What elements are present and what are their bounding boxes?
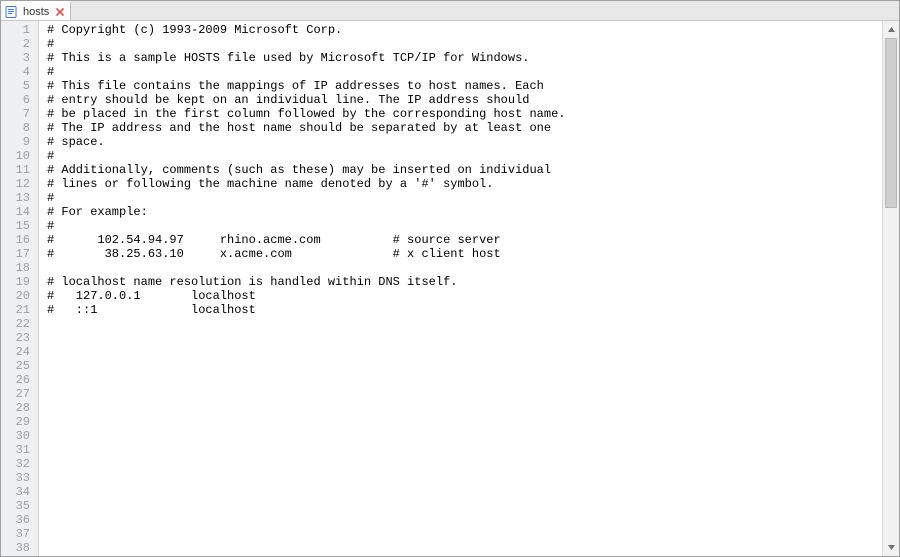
line-number: 17 — [1, 247, 38, 261]
line-number: 27 — [1, 387, 38, 401]
line-number: 31 — [1, 443, 38, 457]
code-line — [47, 345, 882, 359]
scroll-down-button[interactable] — [883, 539, 899, 556]
line-number: 12 — [1, 177, 38, 191]
line-number: 6 — [1, 93, 38, 107]
code-line — [47, 415, 882, 429]
line-number: 37 — [1, 527, 38, 541]
line-number: 13 — [1, 191, 38, 205]
line-number: 2 — [1, 37, 38, 51]
code-line: # space. — [47, 135, 882, 149]
code-line: # localhost name resolution is handled w… — [47, 275, 882, 289]
vertical-scrollbar[interactable] — [882, 21, 899, 556]
scroll-up-button[interactable] — [883, 21, 899, 38]
line-number: 14 — [1, 205, 38, 219]
tab-hosts[interactable]: hosts — [1, 1, 71, 20]
code-line — [47, 499, 882, 513]
line-number: 20 — [1, 289, 38, 303]
line-number: 11 — [1, 163, 38, 177]
line-number: 30 — [1, 429, 38, 443]
line-number: 8 — [1, 121, 38, 135]
tab-label: hosts — [21, 6, 51, 18]
line-number: 9 — [1, 135, 38, 149]
scrollbar-thumb[interactable] — [885, 38, 897, 208]
line-number: 28 — [1, 401, 38, 415]
code-line: # ::1 localhost — [47, 303, 882, 317]
code-line: # — [47, 65, 882, 79]
code-line — [47, 261, 882, 275]
code-line — [47, 527, 882, 541]
line-number: 18 — [1, 261, 38, 275]
file-icon — [4, 5, 18, 19]
line-number-gutter: 1234567891011121314151617181920212223242… — [1, 21, 39, 556]
code-line: # — [47, 37, 882, 51]
line-number: 33 — [1, 471, 38, 485]
code-line: # 102.54.94.97 rhino.acme.com # source s… — [47, 233, 882, 247]
code-line — [47, 331, 882, 345]
code-line — [47, 541, 882, 555]
line-number: 36 — [1, 513, 38, 527]
tab-bar: hosts — [1, 1, 899, 21]
line-number: 4 — [1, 65, 38, 79]
line-number: 24 — [1, 345, 38, 359]
code-line: # lines or following the machine name de… — [47, 177, 882, 191]
code-line: # — [47, 149, 882, 163]
line-number: 25 — [1, 359, 38, 373]
line-number: 1 — [1, 23, 38, 37]
code-line — [47, 513, 882, 527]
code-line: # — [47, 219, 882, 233]
code-line: # This is a sample HOSTS file used by Mi… — [47, 51, 882, 65]
code-line: # This file contains the mappings of IP … — [47, 79, 882, 93]
scrollbar-track[interactable] — [883, 38, 899, 539]
code-line — [47, 429, 882, 443]
line-number: 5 — [1, 79, 38, 93]
line-number: 29 — [1, 415, 38, 429]
code-line — [47, 457, 882, 471]
code-editor[interactable]: # Copyright (c) 1993-2009 Microsoft Corp… — [39, 21, 882, 556]
code-line: # The IP address and the host name shoul… — [47, 121, 882, 135]
code-line: # be placed in the first column followed… — [47, 107, 882, 121]
code-line: # For example: — [47, 205, 882, 219]
code-line — [47, 387, 882, 401]
code-line: # Copyright (c) 1993-2009 Microsoft Corp… — [47, 23, 882, 37]
line-number: 23 — [1, 331, 38, 345]
code-line: # entry should be kept on an individual … — [47, 93, 882, 107]
code-line: # 38.25.63.10 x.acme.com # x client host — [47, 247, 882, 261]
line-number: 38 — [1, 541, 38, 555]
code-line — [47, 359, 882, 373]
code-line — [47, 443, 882, 457]
line-number: 22 — [1, 317, 38, 331]
code-line — [47, 471, 882, 485]
editor-area: 1234567891011121314151617181920212223242… — [1, 21, 899, 556]
code-line — [47, 485, 882, 499]
line-number: 35 — [1, 499, 38, 513]
tab-close-button[interactable] — [54, 6, 66, 18]
line-number: 21 — [1, 303, 38, 317]
line-number: 26 — [1, 373, 38, 387]
code-line — [47, 373, 882, 387]
line-number: 19 — [1, 275, 38, 289]
code-line: # 127.0.0.1 localhost — [47, 289, 882, 303]
line-number: 34 — [1, 485, 38, 499]
line-number: 16 — [1, 233, 38, 247]
code-line — [47, 317, 882, 331]
code-line: # — [47, 191, 882, 205]
line-number: 7 — [1, 107, 38, 121]
line-number: 32 — [1, 457, 38, 471]
code-line — [47, 401, 882, 415]
line-number: 10 — [1, 149, 38, 163]
code-line: # Additionally, comments (such as these)… — [47, 163, 882, 177]
line-number: 15 — [1, 219, 38, 233]
line-number: 3 — [1, 51, 38, 65]
editor-window: hosts 1234567891011121314151617181920212… — [0, 0, 900, 557]
